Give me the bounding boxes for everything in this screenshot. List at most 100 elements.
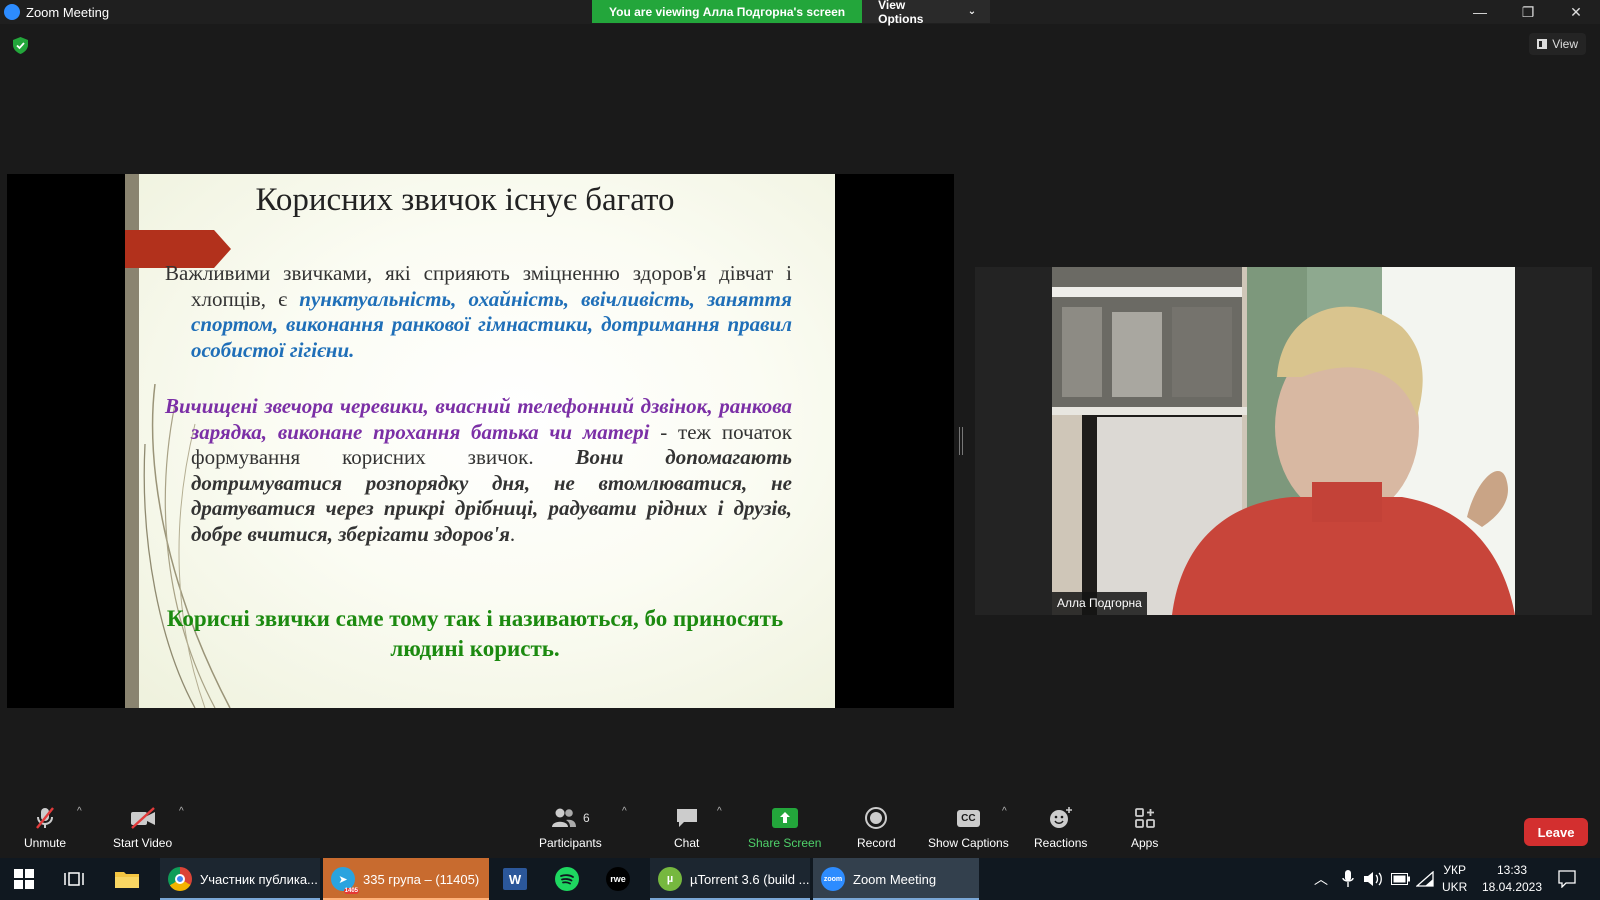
- word-icon: W: [503, 868, 527, 890]
- network-tray-icon[interactable]: [1416, 858, 1434, 900]
- video-frame-image: [1052, 267, 1515, 615]
- viewing-screen-label: You are viewing Алла Подгорна's screen: [592, 0, 863, 23]
- input-language-indicator[interactable]: УКР UKR: [1442, 862, 1467, 896]
- apps-button[interactable]: Apps: [1131, 806, 1158, 850]
- participant-name-label: Алла Подгорна: [1052, 592, 1147, 615]
- taskbar-utorrent[interactable]: µ µTorrent 3.6 (build ...: [650, 858, 810, 900]
- participants-button[interactable]: 6 Participants: [539, 806, 602, 850]
- view-label: View: [1552, 37, 1578, 51]
- zoom-logo-icon: [4, 4, 20, 20]
- audio-options-caret[interactable]: ^: [77, 806, 82, 817]
- volume-tray-icon[interactable]: [1364, 858, 1384, 900]
- unmute-button[interactable]: Unmute: [24, 806, 66, 850]
- speaker-icon: [1364, 872, 1382, 886]
- taskbar-word[interactable]: W: [503, 858, 527, 900]
- chat-button[interactable]: Chat: [674, 806, 699, 850]
- reactions-label: Reactions: [1034, 836, 1088, 850]
- action-center-button[interactable]: [1558, 858, 1576, 900]
- participant-video-panel[interactable]: Алла Подгорна: [975, 267, 1592, 615]
- apps-label: Apps: [1131, 836, 1159, 850]
- windows-taskbar: Участник публика... ➤ 1405 335 група – (1…: [0, 858, 1600, 900]
- wifi-icon: [1416, 871, 1434, 887]
- share-screen-button[interactable]: Share Screen: [748, 806, 821, 850]
- chrome-window-title: Участник публика...: [200, 871, 318, 887]
- window-controls: — ❐ ✕: [1456, 0, 1600, 24]
- show-captions-button[interactable]: CC Show Captions: [928, 806, 1009, 850]
- view-options-button[interactable]: View Options ⌄: [862, 0, 991, 26]
- slide-title: Корисних звичок існує багато: [255, 182, 675, 218]
- meeting-toolbar: Unmute ^ Start Video ^ 6 Participants ^ …: [0, 800, 1600, 858]
- unmute-label: Unmute: [24, 836, 67, 850]
- panel-splitter-handle[interactable]: [959, 427, 963, 455]
- show-hidden-icons-button[interactable]: ︿: [1314, 858, 1328, 900]
- participant-video: Алла Подгорна: [1052, 267, 1515, 615]
- taskbar-rwe[interactable]: rwe: [606, 858, 630, 900]
- utorrent-icon: µ: [658, 867, 682, 891]
- close-button[interactable]: ✕: [1552, 0, 1600, 24]
- taskbar-chrome[interactable]: Участник публика...: [160, 858, 320, 900]
- taskbar-zoom[interactable]: zoom Zoom Meeting: [813, 858, 979, 900]
- record-button[interactable]: Record: [857, 806, 896, 850]
- record-label: Record: [857, 836, 896, 850]
- participants-label: Participants: [539, 836, 602, 850]
- taskbar-spotify[interactable]: [555, 858, 579, 900]
- show-captions-label: Show Captions: [928, 836, 1009, 850]
- slide-paragraph-1: Важливими звичками, які сприяють зміцнен…: [165, 261, 792, 363]
- video-off-icon: [130, 807, 155, 829]
- telegram-window-title: 335 група – (11405): [363, 871, 480, 887]
- language-code-bottom: UKR: [1442, 880, 1468, 894]
- muted-microphone-icon: [36, 807, 54, 829]
- rwe-icon: rwe: [606, 867, 630, 891]
- task-view-button[interactable]: [63, 858, 85, 900]
- zoom-icon: zoom: [821, 867, 845, 891]
- restore-button[interactable]: ❐: [1504, 0, 1552, 24]
- window-title: Zoom Meeting: [26, 4, 110, 20]
- telegram-icon: ➤ 1405: [331, 867, 359, 894]
- slide-conclusion: Корисні звички саме тому так і називають…: [166, 606, 784, 661]
- slide-paragraph-2: Вичищені звечора черевики, вчасний телеф…: [165, 394, 792, 547]
- encryption-shield-icon[interactable]: [13, 37, 28, 54]
- share-screen-icon: [771, 808, 798, 828]
- chat-options-caret[interactable]: ^: [717, 806, 722, 817]
- file-explorer-button[interactable]: [115, 858, 139, 900]
- participants-options-caret[interactable]: ^: [622, 806, 627, 817]
- utorrent-window-title: µTorrent 3.6 (build ...: [690, 871, 810, 887]
- chat-label: Chat: [674, 836, 700, 850]
- taskbar-telegram[interactable]: ➤ 1405 335 група – (11405): [323, 858, 489, 900]
- language-code-top: УКР: [1443, 863, 1466, 877]
- zoom-window-title: Zoom Meeting: [853, 871, 937, 887]
- captions-options-caret[interactable]: ^: [1002, 806, 1007, 817]
- clock-time: 13:33: [1496, 863, 1528, 877]
- reactions-smiley-icon: [1049, 807, 1072, 828]
- notification-icon: [1558, 870, 1576, 888]
- view-options-label: View Options: [878, 0, 924, 26]
- minimize-button[interactable]: —: [1456, 0, 1504, 24]
- record-icon: [865, 807, 888, 829]
- view-button[interactable]: View: [1529, 33, 1586, 55]
- video-options-caret[interactable]: ^: [179, 806, 184, 817]
- telegram-badge: 1405: [343, 888, 359, 894]
- participants-count: 6: [583, 811, 590, 825]
- battery-tray-icon[interactable]: [1391, 858, 1411, 900]
- presentation-slide: Корисних звичок існує багато Важливими з…: [125, 174, 835, 708]
- chevron-up-icon: ︿: [1314, 871, 1328, 887]
- chat-bubble-icon: [676, 809, 697, 827]
- battery-icon: [1391, 873, 1410, 885]
- participants-icon: [552, 808, 576, 827]
- captions-icon: CC: [957, 809, 980, 827]
- spotify-icon: [555, 867, 579, 891]
- view-layout-icon: [1537, 39, 1548, 49]
- reactions-button[interactable]: Reactions: [1034, 806, 1087, 850]
- start-video-button[interactable]: Start Video: [113, 806, 172, 850]
- task-view-icon: [64, 872, 84, 886]
- taskbar-clock[interactable]: 13:33 18.04.2023: [1477, 862, 1547, 896]
- clock-date: 18.04.2023: [1481, 880, 1543, 894]
- microphone-icon: [1342, 870, 1354, 887]
- shared-screen[interactable]: Корисних звичок існує багато Важливими з…: [7, 174, 954, 708]
- start-video-label: Start Video: [113, 836, 173, 850]
- chrome-icon: [168, 867, 192, 891]
- microphone-tray-icon[interactable]: [1342, 858, 1354, 900]
- leave-button[interactable]: Leave: [1524, 818, 1588, 846]
- chevron-down-icon: ⌄: [967, 6, 977, 17]
- windows-start-button[interactable]: [14, 858, 34, 900]
